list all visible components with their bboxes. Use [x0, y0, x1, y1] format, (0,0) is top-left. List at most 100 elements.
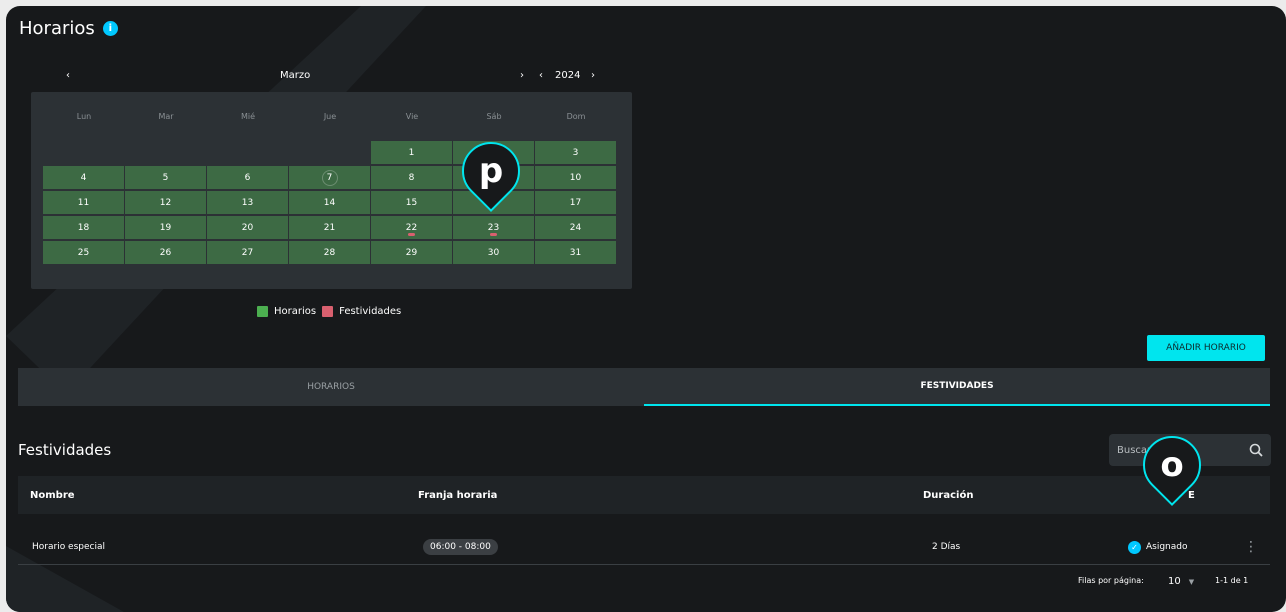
add-horario-button[interactable]: AÑADIR HORARIO: [1147, 335, 1265, 361]
weekday-label: Mar: [158, 112, 174, 121]
next-year-icon[interactable]: ›: [591, 70, 595, 81]
table-header: Nombre Franja horaria Duración E: [18, 476, 1270, 514]
calendar-day[interactable]: 1: [371, 141, 453, 165]
main-panel: Horarios i ‹ Marzo › ‹ 20 24 › Lun Mar Mié J…: [6, 6, 1286, 612]
rows-per-page-label: Filas por página:: [1078, 576, 1144, 585]
horarios-swatch: [257, 306, 268, 317]
calendar-day[interactable]: 11: [43, 191, 125, 215]
calendar-day-number: 24: [569, 222, 582, 233]
calendar-day[interactable]: 8: [371, 166, 453, 190]
calendar-legend: Horarios Festividades: [257, 306, 401, 317]
calendar-day[interactable]: 4: [43, 166, 125, 190]
calendar-day[interactable]: 7: [289, 166, 371, 190]
status-badge: Asignado: [1146, 542, 1188, 552]
tab-festividades[interactable]: FESTIVIDADES: [644, 368, 1270, 406]
calendar-day[interactable]: 28: [289, 241, 371, 265]
weekday-label: Mié: [240, 112, 256, 121]
weekday-label: Jue: [323, 112, 337, 121]
row-duracion: 2 Días: [932, 542, 961, 552]
calendar-day[interactable]: 30: [453, 241, 535, 265]
page-title-text: Horarios: [19, 18, 95, 39]
holiday-dot: [408, 233, 415, 236]
calendar-day-number: 29: [405, 247, 418, 258]
calendar-day[interactable]: 18: [43, 216, 125, 240]
marker-label-o: o: [1160, 445, 1184, 485]
calendar-day[interactable]: 15: [371, 191, 453, 215]
calendar-day[interactable]: 29: [371, 241, 453, 265]
search-icon[interactable]: [1249, 443, 1263, 457]
calendar-day[interactable]: 14: [289, 191, 371, 215]
calendar-day-number: 23: [487, 222, 500, 233]
calendar-day-number: 10: [569, 172, 582, 183]
calendar-day-number: 20: [241, 222, 254, 233]
calendar-day-number: 30: [487, 247, 500, 258]
calendar-day[interactable]: 21: [289, 216, 371, 240]
row-nombre: Horario especial: [32, 542, 105, 552]
calendar-day-number: 27: [241, 247, 254, 258]
calendar-day[interactable]: 6: [207, 166, 289, 190]
info-icon[interactable]: i: [102, 21, 118, 36]
calendar-day[interactable]: 3: [535, 141, 617, 165]
calendar-day-number: 14: [323, 197, 336, 208]
calendar-day-number: 7: [326, 172, 333, 183]
col-franja[interactable]: Franja horaria: [418, 476, 497, 514]
calendar-day-number: 26: [159, 247, 172, 258]
calendar-day[interactable]: 17: [535, 191, 617, 215]
legend-festividades: Festividades: [339, 306, 402, 317]
weekday-label: Lun: [76, 112, 92, 121]
calendar-day-number: 21: [323, 222, 336, 233]
chevron-down-icon: ▼: [1188, 577, 1195, 586]
calendar-day[interactable]: 23: [453, 216, 535, 240]
tab-horarios[interactable]: HORARIOS: [18, 368, 644, 406]
page-range: 1-1 de 1: [1215, 576, 1249, 585]
calendar-day-number: 17: [569, 197, 582, 208]
time-range-chip: 06:00 - 08:00: [423, 539, 498, 555]
calendar-day-number: 3: [572, 147, 579, 158]
calendar-day[interactable]: 27: [207, 241, 289, 265]
weekday-label: Vie: [405, 112, 419, 121]
calendar-day-number: 25: [77, 247, 90, 258]
calendar-day-number: 8: [408, 172, 415, 183]
month-label: Marzo: [280, 70, 311, 81]
calendar-day[interactable]: 5: [125, 166, 207, 190]
prev-month-icon[interactable]: ‹: [66, 70, 70, 81]
calendar-day-number: 4: [80, 172, 87, 183]
calendar-day-number: 31: [569, 247, 582, 258]
calendar-day-number: 13: [241, 197, 254, 208]
calendar-day-number: 1: [408, 147, 415, 158]
festividades-swatch: [322, 306, 334, 317]
calendar-day[interactable]: 24: [535, 216, 617, 240]
calendar-day-number: 6: [244, 172, 251, 183]
calendar-day-number: 28: [323, 247, 336, 258]
calendar-day-number: 5: [162, 172, 169, 183]
calendar-day[interactable]: 26: [125, 241, 207, 265]
calendar-day[interactable]: 20: [207, 216, 289, 240]
prev-year-icon[interactable]: ‹: [539, 70, 543, 81]
check-icon: ✓: [1128, 540, 1141, 554]
calendar-grid: LunMarMiéJueVieSábDom 123456789101112131…: [31, 92, 632, 289]
calendar-day[interactable]: 25: [43, 241, 125, 265]
next-month-icon[interactable]: ›: [520, 70, 524, 81]
calendar-day-number: 19: [159, 222, 172, 233]
page-title: Horarios i: [19, 18, 118, 39]
calendar-day[interactable]: 31: [535, 241, 617, 265]
rows-per-page-value: 10: [1168, 576, 1181, 587]
tab-bar: HORARIOS FESTIVIDADES: [18, 368, 1270, 406]
calendar-day[interactable]: 22: [371, 216, 453, 240]
legend-horarios: Horarios: [274, 306, 317, 317]
calendar-day-number: 11: [77, 197, 90, 208]
calendar-day[interactable]: 10: [535, 166, 617, 190]
marker-label-p: p: [478, 151, 504, 191]
rows-per-page-select[interactable]: 10 ▼: [1168, 576, 1194, 587]
col-nombre[interactable]: Nombre: [30, 476, 75, 514]
calendar-day-number: 12: [159, 197, 172, 208]
table-row[interactable]: Horario especial 06:00 - 08:00 2 Días ✓ …: [18, 530, 1270, 565]
weekday-label: Sáb: [486, 112, 502, 121]
more-options-icon[interactable]: ⋮: [1244, 530, 1258, 564]
calendar-day-number: 18: [77, 222, 90, 233]
calendar-day-number: 15: [405, 197, 418, 208]
col-duracion[interactable]: Duración: [923, 476, 973, 514]
calendar-day[interactable]: 12: [125, 191, 207, 215]
calendar-day[interactable]: 13: [207, 191, 289, 215]
calendar-day[interactable]: 19: [125, 216, 207, 240]
